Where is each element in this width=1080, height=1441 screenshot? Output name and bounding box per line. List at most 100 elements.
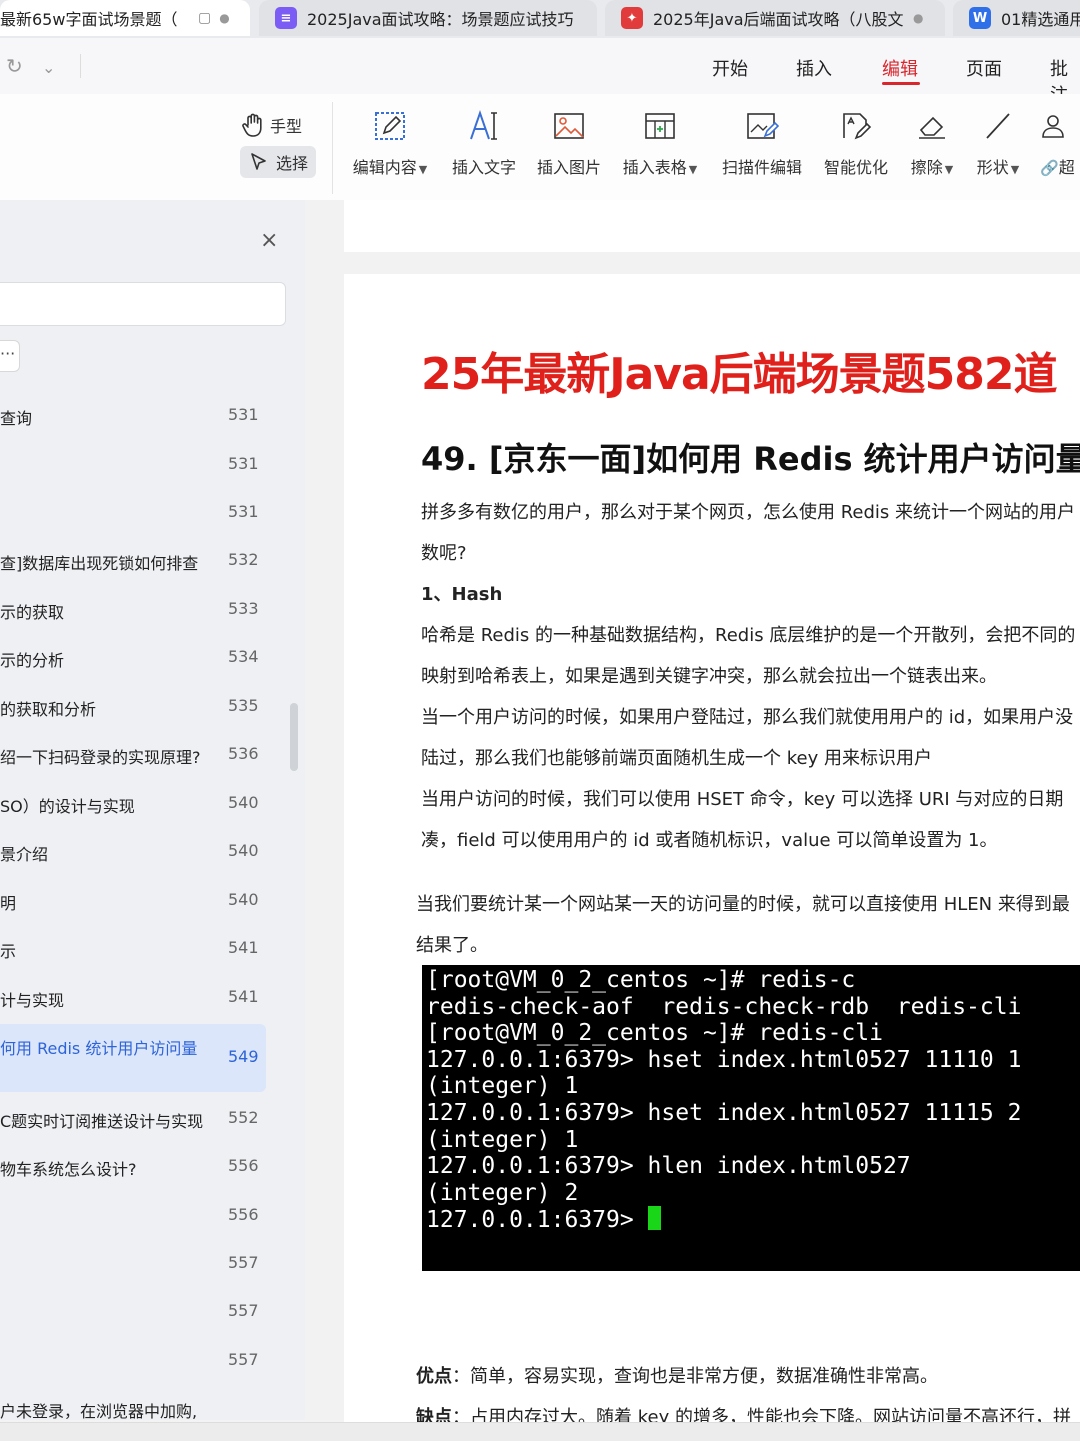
terminal-screenshot: [root@VM_0_2_centos ~]# redis-c redis-ch… <box>422 965 1080 1271</box>
toc-item-page: 536 <box>228 744 259 763</box>
toc-item-page: 549 <box>228 1047 259 1066</box>
body-line: 当一个用户访问的时候，如果用户登陆过，那么我们就使用用户的 id，如果用户没 <box>421 707 1074 728</box>
unsaved-dot-icon[interactable]: ● <box>913 11 923 25</box>
unsaved-dot-icon[interactable]: ● <box>219 11 229 25</box>
active-menu-indicator <box>882 82 920 85</box>
select-tool-button[interactable]: 选择 <box>240 146 317 178</box>
tab-document-2[interactable]: ≡ 2025Java面试攻略：场景题应试技巧 <box>259 0 597 36</box>
toc-item[interactable]: 查]数据库出现死锁如何排查 532 <box>0 550 300 574</box>
scan-edit-button[interactable]: 扫描件编辑 <box>714 106 810 178</box>
screen-icon[interactable]: ▢ <box>198 10 211 26</box>
toc-item[interactable]: 557 <box>0 1253 300 1277</box>
hand-tool-button[interactable]: 手型 <box>240 112 302 138</box>
toc-item[interactable]: 示的获取 533 <box>0 599 300 623</box>
toc-item-page: 541 <box>228 987 259 1006</box>
user-stamp-icon <box>1042 115 1064 138</box>
select-tool-label: 选择 <box>276 154 309 173</box>
toc-item-page: 557 <box>228 1301 259 1320</box>
tab-document-3[interactable]: ✦ 2025年Java后端面试攻略（八股文 ● <box>605 0 945 36</box>
toc-item[interactable]: 何用 Redis 统计用户访问量 549 <box>0 1035 300 1066</box>
toc-item[interactable]: 明 540 <box>0 890 300 914</box>
toc-item[interactable]: 景介绍 540 <box>0 841 300 865</box>
toc-item[interactable]: 557 <box>0 1301 300 1325</box>
word-app-icon: W <box>969 7 991 29</box>
sidebar-scrollbar[interactable] <box>290 703 298 771</box>
terminal-line: redis-check-aof redis-check-rdb redis-cl… <box>426 993 1022 1020</box>
toc-item[interactable]: 查询 531 <box>0 405 300 429</box>
terminal-line: (integer) 2 <box>426 1179 579 1206</box>
toc-item-page: 556 <box>228 1156 259 1175</box>
cursor-icon <box>251 153 266 170</box>
body-line: 陆过，那么我们也能够前端页面随机生成一个 key 用来标识用户 <box>421 748 932 769</box>
terminal-line: 127.0.0.1:6379> hset index.html0527 1111… <box>426 1099 1022 1126</box>
scan-edit-label: 扫描件编辑 <box>721 158 802 177</box>
edit-content-button[interactable]: 编辑内容 ▼ <box>342 106 438 178</box>
toc-item[interactable]: 557 <box>0 1350 300 1374</box>
toc-item-title: 查询 <box>0 409 33 428</box>
toc-item[interactable]: 物车系统怎么设计? 556 <box>0 1156 300 1180</box>
toc-item-title: 绍一下扫码登录的实现原理? <box>0 748 201 767</box>
toc-item-title: 物车系统怎么设计? <box>0 1160 137 1179</box>
insert-table-label: 插入表格 <box>622 158 687 177</box>
insert-image-button[interactable]: 插入图片 <box>521 106 617 178</box>
terminal-line: (integer) 1 <box>426 1126 579 1153</box>
toc-item[interactable]: 绍一下扫码登录的实现原理? 536 <box>0 744 300 768</box>
toc-item[interactable]: 户未登录，在浏览器中加购, <box>0 1398 300 1422</box>
insert-table-icon <box>645 113 675 139</box>
body-line: 哈希是 Redis 的一种基础数据结构，Redis 底层维护的是一个开散列，会把… <box>421 625 1076 646</box>
insert-table-button[interactable]: 插入表格 ▼ <box>612 106 708 178</box>
menu-page[interactable]: 页面 <box>966 55 1002 81</box>
terminal-line: 127.0.0.1:6379> hlen index.html0527 <box>426 1153 911 1180</box>
toc-item[interactable]: 531 <box>0 454 300 478</box>
toc-item[interactable]: SO）的设计与实现 540 <box>0 793 300 817</box>
chevron-down-icon: ▼ <box>418 163 428 176</box>
link-icon: 🔗 <box>1040 159 1059 177</box>
toc-item-page: 540 <box>228 841 259 860</box>
hand-icon <box>242 113 262 137</box>
eraser-label: 擦除 <box>910 158 943 177</box>
insert-image-label: 插入图片 <box>536 158 601 177</box>
previous-page <box>344 200 1080 252</box>
close-icon[interactable]: × <box>260 228 278 253</box>
toc-item-page: 557 <box>228 1350 259 1369</box>
chevron-down-icon: ▼ <box>1010 163 1020 176</box>
toc-item[interactable]: C题实时订阅推送设计与实现 552 <box>0 1108 300 1132</box>
toc-item[interactable]: 531 <box>0 502 300 526</box>
toc-item-title: 查]数据库出现死锁如何排查 <box>0 554 199 573</box>
toc-item-title: 明 <box>0 894 17 913</box>
chevron-down-icon: ▼ <box>688 163 698 176</box>
tab-label: 01精选通用 <box>1001 10 1080 29</box>
toc-item-title: C题实时订阅推送设计与实现 <box>0 1112 204 1131</box>
edit-content-label: 编辑内容 <box>352 158 417 177</box>
toc-item-title: 示的获取 <box>0 603 65 622</box>
toc-item-page: 540 <box>228 890 259 909</box>
document-title: 25年最新Java后端场景题582道 <box>421 349 1058 400</box>
doc-app-icon: ≡ <box>275 7 297 29</box>
redo-icon[interactable]: ↻ <box>6 54 23 78</box>
toc-item[interactable]: 示 541 <box>0 938 300 962</box>
insert-text-icon <box>470 109 497 140</box>
toc-item-title: SO）的设计与实现 <box>0 797 135 816</box>
toc-item-page: 534 <box>228 647 259 666</box>
toc-item-page: 535 <box>228 696 259 715</box>
toc-item-title: 示的分析 <box>0 651 65 670</box>
smart-optimize-icon <box>843 113 872 140</box>
toc-item[interactable]: 示的分析 534 <box>0 647 300 671</box>
menu-start[interactable]: 开始 <box>712 55 748 81</box>
more-options-button[interactable]: ··· <box>0 340 20 372</box>
menu-insert[interactable]: 插入 <box>796 55 832 81</box>
toc-item-title: 示 <box>0 942 17 961</box>
toc-item[interactable]: 556 <box>0 1205 300 1229</box>
outline-search-input[interactable] <box>0 282 286 326</box>
tab-document-4[interactable]: W 01精选通用 <box>953 0 1080 36</box>
toc-item[interactable]: 的获取和分析 535 <box>0 696 300 720</box>
pdf-app-icon: ✦ <box>621 7 643 29</box>
insert-text-button[interactable]: 插入文字 <box>436 106 532 178</box>
shape-line-icon <box>986 113 1010 139</box>
chevron-down-icon[interactable]: ⌄ <box>42 58 55 77</box>
pros-text: ：简单，容易实现，查询也是非常方便，数据准确性非常高。 <box>452 1366 938 1387</box>
hyperlink-button[interactable]: 🔗超 <box>1030 106 1080 178</box>
tab-document-1[interactable]: 最新65w字面试场景题（ ▢ ● <box>0 0 250 36</box>
toc-item[interactable]: 计与实现 541 <box>0 987 300 1011</box>
menu-edit[interactable]: 编辑 <box>882 55 918 81</box>
